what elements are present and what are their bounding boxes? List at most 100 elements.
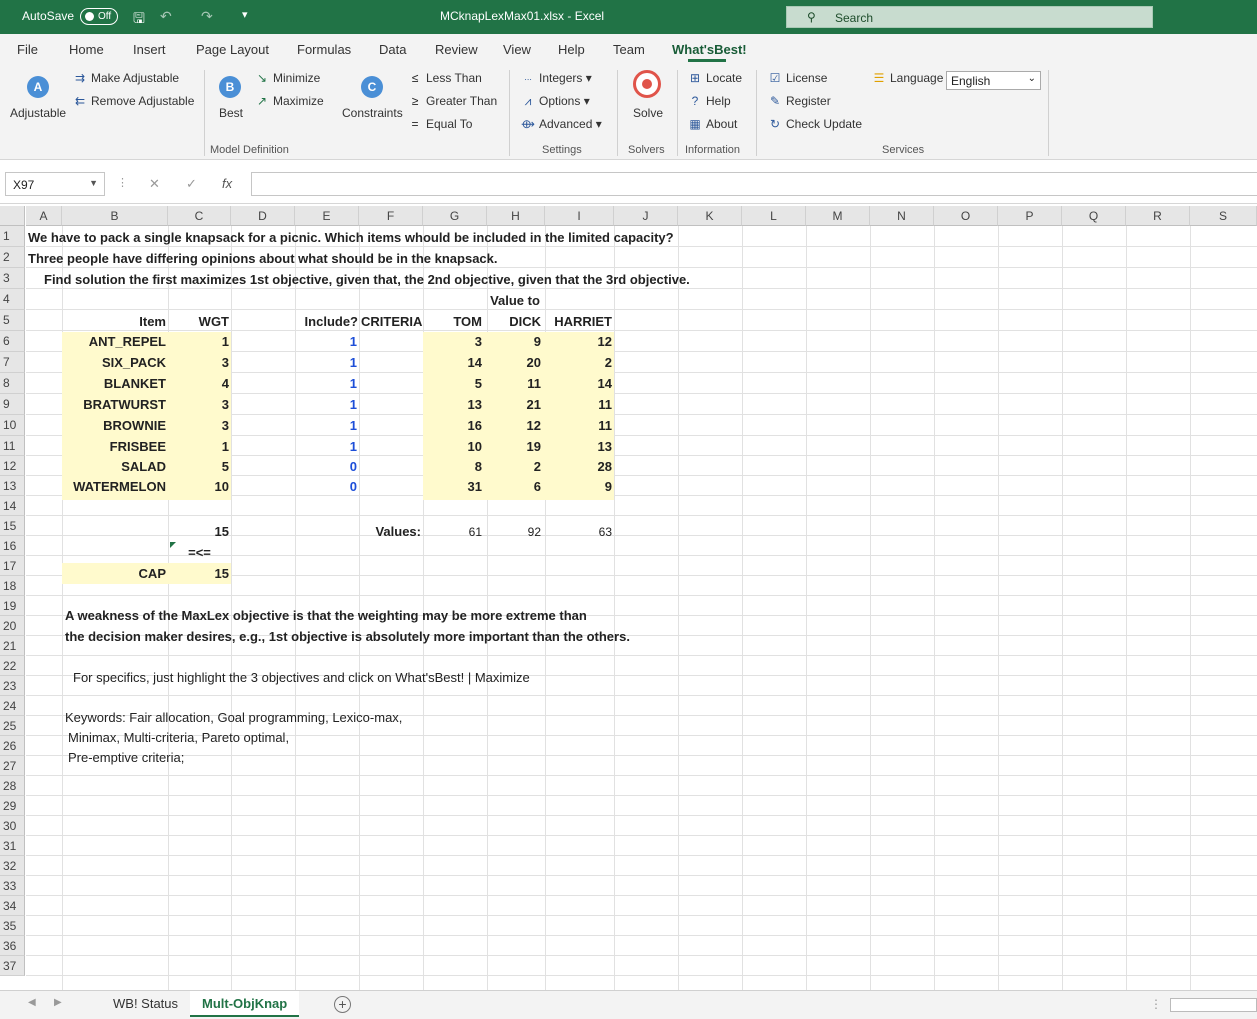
sheet-tab-wb-status[interactable]: WB! Status — [101, 991, 190, 1017]
row-header-2[interactable]: 2 — [0, 247, 25, 268]
horizontal-scrollbar[interactable] — [1170, 998, 1257, 1012]
row-header-23[interactable]: 23 — [0, 676, 25, 696]
select-all-corner[interactable] — [0, 206, 25, 226]
next-sheet-icon[interactable]: ▶ — [54, 997, 62, 1008]
column-header-c[interactable]: C — [168, 206, 231, 226]
column-header-g[interactable]: G — [423, 206, 487, 226]
tab-insert[interactable]: Insert — [133, 42, 166, 57]
column-header-h[interactable]: H — [487, 206, 545, 226]
make-adjustable-button[interactable]: ⇉ Make Adjustable — [72, 71, 179, 85]
language-select[interactable]: English ⌄ — [946, 71, 1041, 90]
formula-input[interactable] — [251, 172, 1257, 196]
tab-file[interactable]: File — [17, 42, 38, 57]
column-header-q[interactable]: Q — [1062, 206, 1126, 226]
column-header-l[interactable]: L — [742, 206, 806, 226]
greater-than-button[interactable]: ≥ Greater Than — [407, 94, 497, 108]
about-button[interactable]: ▦ About — [687, 117, 737, 131]
tab-view[interactable]: View — [503, 42, 531, 57]
row-header-27[interactable]: 27 — [0, 756, 25, 776]
search-box[interactable]: ⚲ Search — [786, 6, 1153, 28]
row-header-29[interactable]: 29 — [0, 796, 25, 816]
tab-help[interactable]: Help — [558, 42, 585, 57]
best-button[interactable]: Best — [219, 106, 243, 120]
row-header-35[interactable]: 35 — [0, 916, 25, 936]
check-update-button[interactable]: ↻ Check Update — [767, 117, 862, 131]
license-button[interactable]: ☑ License — [767, 71, 828, 85]
tab-data[interactable]: Data — [379, 42, 406, 57]
row-header-14[interactable]: 14 — [0, 496, 25, 516]
column-header-r[interactable]: R — [1126, 206, 1190, 226]
customize-qat-icon[interactable]: ▾ — [242, 8, 248, 21]
row-header-13[interactable]: 13 — [0, 476, 25, 496]
row-header-17[interactable]: 17 — [0, 556, 25, 576]
row-header-34[interactable]: 34 — [0, 896, 25, 916]
row-header-9[interactable]: 9 — [0, 394, 25, 415]
row-header-31[interactable]: 31 — [0, 836, 25, 856]
remove-adjustable-button[interactable]: ⇇ Remove Adjustable — [72, 94, 194, 108]
row-header-28[interactable]: 28 — [0, 776, 25, 796]
tab-team[interactable]: Team — [613, 42, 645, 57]
help-button[interactable]: ? Help — [687, 94, 731, 108]
minimize-button[interactable]: ↘ Minimize — [254, 71, 320, 85]
undo-icon[interactable]: ↶ — [160, 8, 172, 25]
add-sheet-icon[interactable]: + — [334, 996, 351, 1013]
cancel-icon[interactable]: ✕ — [149, 176, 160, 192]
register-button[interactable]: ✎ Register — [767, 94, 831, 108]
row-header-11[interactable]: 11 — [0, 436, 25, 456]
column-header-j[interactable]: J — [614, 206, 678, 226]
sheet-tab-mult-objknap[interactable]: Mult-ObjKnap — [190, 991, 300, 1017]
autosave-toggle[interactable]: Off — [80, 8, 118, 25]
save-icon[interactable]: 🖫 — [133, 8, 145, 32]
column-header-b[interactable]: B — [62, 206, 168, 226]
row-header-8[interactable]: 8 — [0, 373, 25, 394]
row-header-16[interactable]: 16 — [0, 536, 25, 556]
integers-button[interactable]: ∙∙∙ Integers ▾ — [520, 71, 591, 85]
row-header-12[interactable]: 12 — [0, 456, 25, 476]
row-header-24[interactable]: 24 — [0, 696, 25, 716]
tab-whatsbest[interactable]: What'sBest! — [672, 42, 747, 57]
column-header-n[interactable]: N — [870, 206, 934, 226]
tab-formulas[interactable]: Formulas — [297, 42, 351, 57]
row-header-36[interactable]: 36 — [0, 936, 25, 956]
row-header-30[interactable]: 30 — [0, 816, 25, 836]
column-header-e[interactable]: E — [295, 206, 359, 226]
column-header-d[interactable]: D — [231, 206, 295, 226]
tab-page-layout[interactable]: Page Layout — [196, 42, 269, 57]
row-header-3[interactable]: 3 — [0, 268, 25, 289]
column-header-o[interactable]: O — [934, 206, 998, 226]
adjustable-button[interactable]: Adjustable — [10, 106, 66, 120]
row-header-19[interactable]: 19 — [0, 596, 25, 616]
less-than-button[interactable]: ≤ Less Than — [407, 71, 482, 85]
constraints-button[interactable]: Constraints — [342, 106, 403, 120]
column-header-p[interactable]: P — [998, 206, 1062, 226]
row-header-6[interactable]: 6 — [0, 331, 25, 352]
row-header-22[interactable]: 22 — [0, 656, 25, 676]
row-header-25[interactable]: 25 — [0, 716, 25, 736]
locate-button[interactable]: ⊞ Locate — [687, 71, 742, 85]
row-header-7[interactable]: 7 — [0, 352, 25, 373]
row-header-26[interactable]: 26 — [0, 736, 25, 756]
row-header-15[interactable]: 15 — [0, 516, 25, 536]
column-header-s[interactable]: S — [1190, 206, 1257, 226]
options-button[interactable]: ⩘ Options ▾ — [520, 94, 590, 109]
insert-function-icon[interactable]: fx — [222, 176, 232, 191]
column-header-f[interactable]: F — [359, 206, 423, 226]
row-header-21[interactable]: 21 — [0, 636, 25, 656]
column-header-m[interactable]: M — [806, 206, 870, 226]
enter-icon[interactable]: ✓ — [186, 176, 197, 192]
column-header-a[interactable]: A — [26, 206, 62, 226]
solve-button[interactable]: Solve — [633, 106, 663, 120]
row-header-18[interactable]: 18 — [0, 576, 25, 596]
row-header-10[interactable]: 10 — [0, 415, 25, 436]
row-header-5[interactable]: 5 — [0, 310, 25, 331]
row-header-20[interactable]: 20 — [0, 616, 25, 636]
equal-to-button[interactable]: = Equal To — [407, 117, 472, 131]
tab-home[interactable]: Home — [69, 42, 104, 57]
row-header-32[interactable]: 32 — [0, 856, 25, 876]
name-box[interactable]: X97 ▼ — [5, 172, 105, 196]
tab-review[interactable]: Review — [435, 42, 478, 57]
advanced-button[interactable]: ⟴ Advanced ▾ — [520, 117, 602, 131]
row-header-4[interactable]: 4 — [0, 289, 25, 310]
column-header-i[interactable]: I — [545, 206, 614, 226]
column-header-k[interactable]: K — [678, 206, 742, 226]
